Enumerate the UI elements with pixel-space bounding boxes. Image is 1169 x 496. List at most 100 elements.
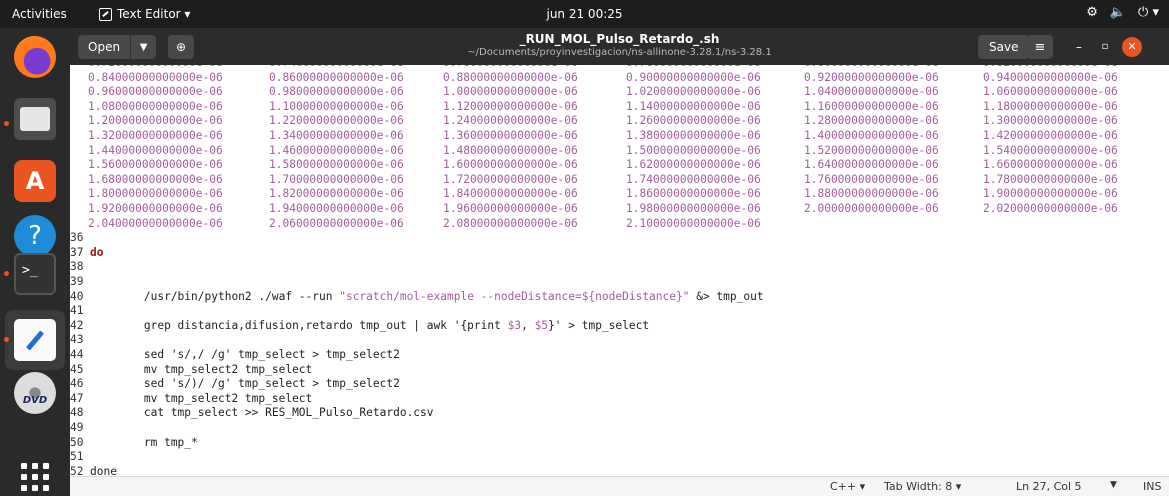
number-value: 1.60000000000000e-06 (443, 158, 578, 172)
line-number: 51 (70, 450, 84, 464)
terminal-icon[interactable]: >_ (14, 253, 56, 295)
minimize-icon[interactable]: – (1068, 36, 1090, 58)
line-number: 48 (70, 406, 84, 420)
line-number: 42 (70, 318, 84, 332)
code-token: &> tmp_out (689, 289, 764, 303)
open-button[interactable]: Open (78, 35, 131, 59)
number-value: 0.94000000000000e-06 (983, 70, 1118, 84)
number-value: 1.98000000000000e-06 (626, 201, 761, 215)
line-number: 52 (70, 464, 84, 476)
dvd-icon[interactable]: DVD (14, 372, 56, 414)
code-text: /usr/bin/python2 ./waf --run "scratch/mo… (90, 290, 764, 305)
code-line: 50 rm tmp_* (70, 436, 198, 451)
code-line: 49 (70, 421, 90, 436)
line-number: 46 (70, 377, 84, 391)
number-value: 0.86000000000000e-06 (269, 70, 404, 84)
code-line: 36 (70, 231, 90, 246)
code-token: $5 (534, 318, 549, 332)
number-value: 0.92000000000000e-06 (804, 70, 939, 84)
network-icon[interactable]: ⚙ (1086, 5, 1098, 20)
open-dropdown-icon[interactable]: ▼ (130, 35, 157, 59)
number-value: 1.02000000000000e-06 (626, 85, 761, 99)
number-value: 2.08000000000000e-06 (443, 216, 578, 230)
number-value: 1.26000000000000e-06 (626, 114, 761, 128)
number-value: 1.22000000000000e-06 (269, 114, 404, 128)
number-value: 1.00000000000000e-06 (443, 85, 578, 99)
cursor-position[interactable]: Ln 27, Col 5 (1016, 480, 1082, 493)
new-tab-icon[interactable]: ⊕ (168, 35, 194, 59)
number-value: 1.46000000000000e-06 (269, 143, 404, 157)
system-tray[interactable]: ⚙ 🔈 ⏻ ▾ (1086, 5, 1159, 20)
app-menu[interactable]: Text Editor ▾ (99, 7, 190, 21)
code-token: $3 (507, 318, 522, 332)
code-token: grep distancia,difusion,retardo tmp_out … (90, 318, 508, 332)
code-token: }' > tmp_select (548, 318, 650, 332)
number-value: 1.74000000000000e-06 (626, 172, 761, 186)
number-value: 1.52000000000000e-06 (804, 143, 939, 157)
number-value: 1.18000000000000e-06 (983, 99, 1118, 113)
number-value: 1.86000000000000e-06 (626, 187, 761, 201)
code-line: 45 mv tmp_select2 tmp_select (70, 363, 312, 378)
firefox-icon[interactable] (14, 36, 56, 78)
code-token: , (521, 318, 535, 332)
code-text: grep distancia,difusion,retardo tmp_out … (90, 319, 649, 334)
code-token: rm tmp_* (90, 435, 198, 449)
line-number: 49 (70, 421, 84, 434)
maximize-icon[interactable]: ▫ (1094, 36, 1116, 58)
number-value: 1.90000000000000e-06 (983, 187, 1118, 201)
number-value: 1.68000000000000e-06 (88, 172, 223, 186)
number-value: 1.14000000000000e-06 (626, 99, 761, 113)
software-store-icon[interactable]: A (14, 160, 56, 202)
code-line: 47 mv tmp_select2 tmp_select (70, 392, 312, 407)
number-value: 1.78000000000000e-06 (983, 172, 1118, 186)
text-editor-icon (99, 7, 112, 21)
show-applications-icon[interactable] (21, 463, 49, 491)
number-value: 1.42000000000000e-06 (983, 128, 1118, 142)
number-value: 1.44000000000000e-06 (88, 143, 223, 157)
code-line: 44 sed 's/,/ /g' tmp_select > tmp_select… (70, 348, 400, 363)
number-value: 2.00000000000000e-06 (804, 201, 939, 215)
clock[interactable]: jun 21 00:25 (546, 7, 622, 21)
hamburger-menu-icon[interactable]: ≡ (1027, 35, 1053, 59)
top-bar: Activities Text Editor ▾ jun 21 00:25 ⚙ … (0, 0, 1169, 28)
dock: A ? >_ DVD (0, 28, 70, 496)
tab-width-selector[interactable]: Tab Width: 8 ▾ (884, 480, 961, 493)
number-value: 1.70000000000000e-06 (269, 172, 404, 186)
insert-mode: INS (1143, 480, 1162, 493)
power-icon[interactable]: ⏻ ▾ (1138, 5, 1159, 20)
number-value: 1.84000000000000e-06 (443, 187, 578, 201)
volume-icon[interactable]: 🔈 (1110, 5, 1126, 20)
number-value: 1.50000000000000e-06 (626, 143, 761, 157)
save-button[interactable]: Save (978, 35, 1030, 59)
number-value: 1.30000000000000e-06 (983, 114, 1118, 128)
number-value: 1.56000000000000e-06 (88, 158, 223, 172)
line-number: 50 (70, 435, 84, 449)
line-number: 36 (70, 231, 84, 245)
files-icon[interactable] (14, 98, 56, 140)
number-value: 2.06000000000000e-06 (269, 216, 404, 230)
number-value: 1.24000000000000e-06 (443, 114, 578, 128)
number-value: 1.32000000000000e-06 (88, 128, 223, 142)
number-value: 1.58000000000000e-06 (269, 158, 404, 172)
code-line: 39 (70, 275, 90, 290)
text-editor-area[interactable]: 0.72000000000000e-060.74000000000000e-06… (70, 65, 1169, 476)
code-token: sed 's/)/ /g' tmp_select > tmp_select2 (90, 377, 400, 391)
code-line: 51 (70, 450, 90, 465)
code-line: 40 /usr/bin/python2 ./waf --run "scratch… (70, 290, 764, 305)
chevron-down-icon[interactable]: ▼ (1110, 480, 1117, 490)
number-value: 1.36000000000000e-06 (443, 128, 578, 142)
number-value: 0.88000000000000e-06 (443, 70, 578, 84)
help-icon[interactable]: ? (14, 215, 56, 257)
running-indicator (4, 121, 9, 126)
status-bar: C++ ▾ Tab Width: 8 ▾ Ln 27, Col 5 ▼ INS (70, 476, 1169, 496)
number-value: 1.08000000000000e-06 (88, 99, 223, 113)
number-value: 2.02000000000000e-06 (983, 201, 1118, 215)
code-line: 46 sed 's/)/ /g' tmp_select > tmp_select… (70, 377, 400, 392)
number-value: 1.10000000000000e-06 (269, 99, 404, 113)
language-selector[interactable]: C++ ▾ (830, 480, 865, 493)
activities-button[interactable]: Activities (12, 7, 67, 21)
code-text: sed 's/,/ /g' tmp_select > tmp_select2 (90, 348, 400, 363)
code-token: mv tmp_select2 tmp_select (90, 362, 313, 376)
close-icon[interactable]: ✕ (1122, 37, 1142, 57)
text-editor-icon[interactable] (14, 319, 56, 361)
